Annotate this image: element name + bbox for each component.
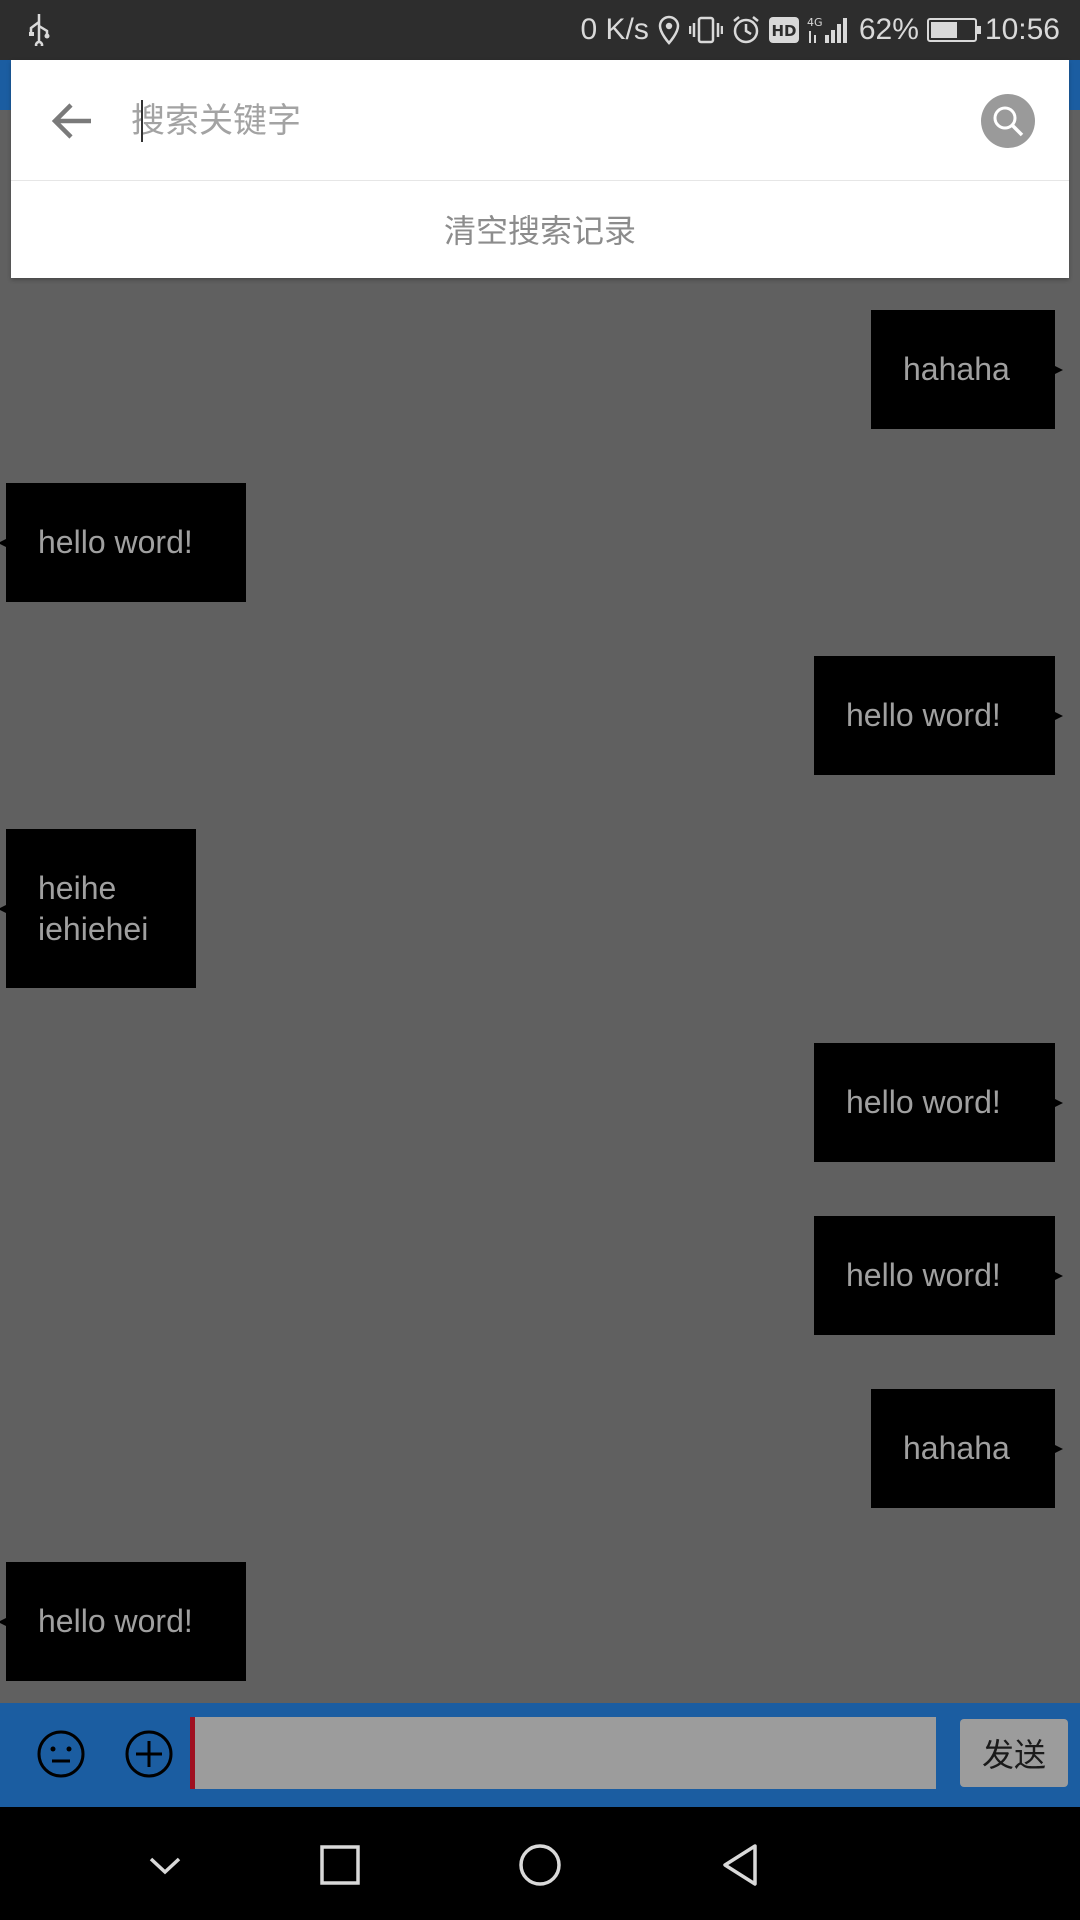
message-bubble[interactable]: hello word! [814,656,1063,775]
status-bar: 0 K/s HD 4G 62% 10:56 [0,0,1080,60]
message-bubble[interactable]: hello word! [0,1562,246,1681]
message-bubble[interactable]: heihe iehiehei [0,829,196,988]
message-bubble[interactable]: hello word! [814,1216,1063,1335]
message-bubble[interactable]: hello word! [814,1043,1063,1162]
navigation-bar [0,1807,1080,1920]
battery-percent: 62% [858,13,919,46]
message-text: hello word! [846,697,1001,733]
nav-back-button[interactable] [710,1835,770,1895]
battery-charging-icon [926,18,981,42]
message-text: hahaha [903,351,1010,387]
usb-icon [29,14,50,46]
alarm-icon [733,16,759,44]
message-text: hello word! [846,1257,1001,1293]
hd-icon: HD [768,17,799,43]
message-bubble[interactable]: hahaha [871,1389,1063,1508]
message-text: hello word! [846,1084,1001,1120]
circle-icon [519,1844,561,1886]
message-text: hahaha [903,1430,1010,1466]
clock: 10:56 [984,13,1060,46]
clear-search-history-button[interactable]: 清空搜索记录 [11,180,1069,278]
message-text: hello word! [38,524,193,560]
send-button[interactable]: 发送 [960,1719,1068,1787]
triangle-back-icon [723,1844,757,1886]
location-icon [658,15,680,45]
message-text: heihe iehiehei [38,869,149,947]
message-bubble[interactable]: hello word! [0,483,246,602]
net-speed: 0 K/s [580,13,649,46]
emoji-icon[interactable] [36,1729,86,1779]
add-attachment-icon[interactable] [124,1729,174,1779]
message-input[interactable] [190,1717,936,1789]
message-text: hello word! [38,1603,193,1639]
chevron-down-icon [149,1857,181,1875]
back-arrow-icon[interactable] [47,96,97,146]
search-row [11,60,1069,181]
signal-4g-icon: 4G [807,16,847,43]
search-panel: 清空搜索记录 [11,60,1069,278]
nav-hide-keyboard-button[interactable] [135,1835,195,1895]
message-composer: 发送 [0,1703,1080,1807]
search-icon [993,106,1024,137]
square-icon [320,1845,360,1885]
message-bubble[interactable]: hahaha [871,310,1063,429]
svg-text:4G: 4G [807,16,823,29]
vibrate-icon [688,16,723,44]
search-input[interactable] [129,90,973,152]
search-button[interactable] [981,94,1035,148]
text-cursor [141,100,143,142]
nav-home-button[interactable] [510,1835,570,1895]
nav-recents-button[interactable] [310,1835,370,1895]
svg-text:HD: HD [771,22,796,40]
